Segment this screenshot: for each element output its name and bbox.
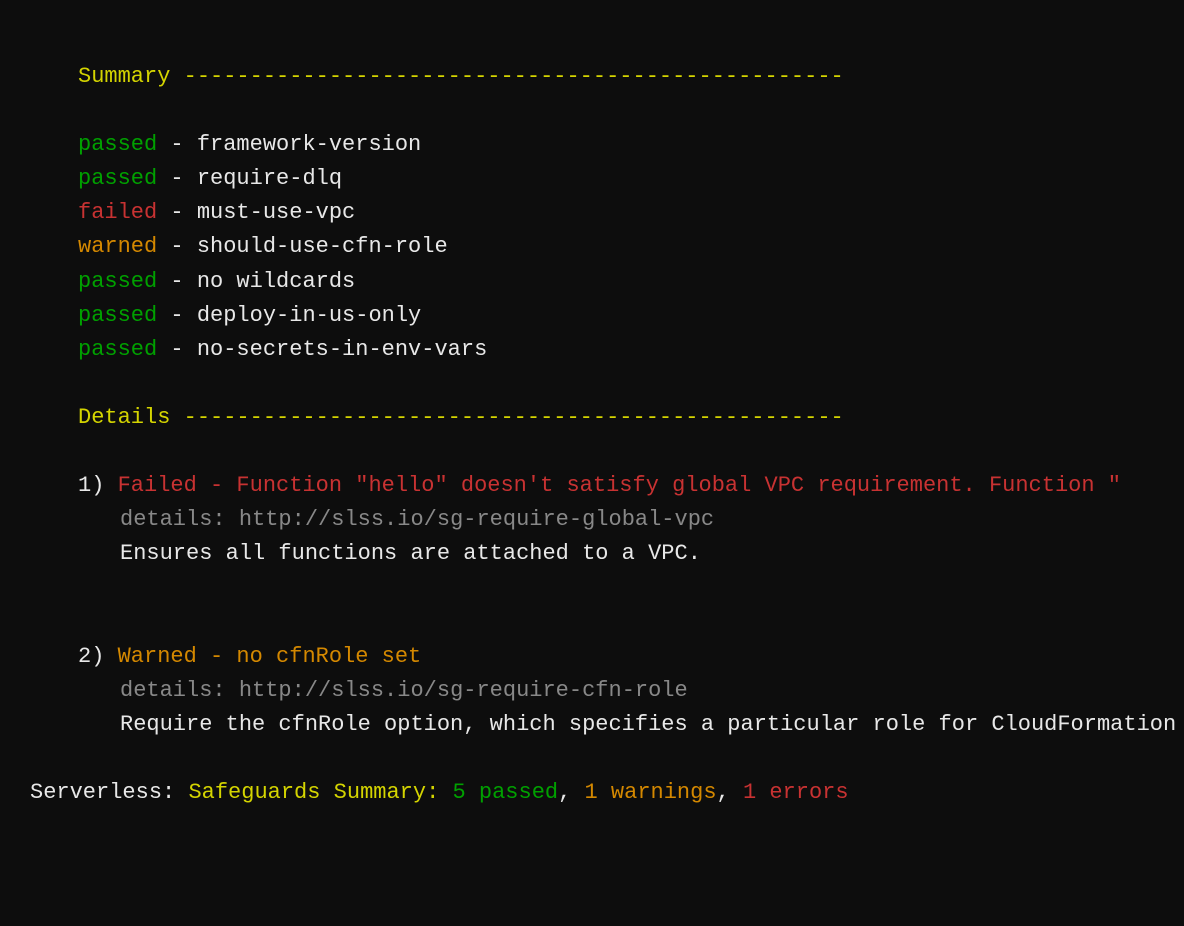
blank-line — [30, 606, 1154, 640]
detail-status: Warned - no cfnRole set — [118, 644, 422, 669]
check-status: passed — [78, 269, 157, 294]
check-name: - should-use-cfn-role — [157, 234, 447, 259]
footer-prefix: Serverless: — [30, 780, 175, 805]
summary-header: Summary --------------------------------… — [30, 60, 1154, 94]
footer-passed-count: 5 passed — [452, 780, 558, 805]
summary-check-row: passed - no wildcards — [30, 265, 1154, 299]
check-name: - must-use-vpc — [157, 200, 355, 225]
footer-sep1: , — [558, 780, 571, 805]
detail-url: http://slss.io/sg-require-cfn-role — [239, 678, 688, 703]
detail-status: Failed - Function "hello" doesn't satisf… — [118, 473, 1121, 498]
blank-line — [30, 94, 1154, 128]
detail-description-text: Require the cfnRole option, which specif… — [120, 712, 1176, 737]
check-name: - no wildcards — [157, 269, 355, 294]
detail-index: 2) — [78, 644, 118, 669]
blank-line — [30, 571, 1154, 605]
check-status: passed — [78, 166, 157, 191]
detail-url-label: details: — [120, 507, 239, 532]
summary-checks: passed - framework-versionpassed - requi… — [30, 128, 1154, 367]
summary-check-row: passed - framework-version — [30, 128, 1154, 162]
summary-check-row: failed - must-use-vpc — [30, 196, 1154, 230]
detail-description-text: Ensures all functions are attached to a … — [120, 541, 701, 566]
summary-check-row: warned - should-use-cfn-role — [30, 230, 1154, 264]
detail-item-header: 2) Warned - no cfnRole set — [30, 640, 1154, 674]
check-status: passed — [78, 303, 157, 328]
detail-item-header: 1) Failed - Function "hello" doesn't sat… — [30, 469, 1154, 503]
detail-item-url-line: details: http://slss.io/sg-require-cfn-r… — [30, 674, 1154, 708]
check-status: passed — [78, 132, 157, 157]
footer-summary-label: Safeguards Summary: — [188, 780, 439, 805]
footer-summary: Serverless: Safeguards Summary: 5 passed… — [30, 776, 1154, 810]
check-name: - require-dlq — [157, 166, 342, 191]
check-status: warned — [78, 234, 157, 259]
detail-url-label: details: — [120, 678, 239, 703]
details-header-text: Details --------------------------------… — [78, 405, 844, 430]
check-name: - deploy-in-us-only — [157, 303, 421, 328]
blank-line — [30, 367, 1154, 401]
detail-item-description: Require the cfnRole option, which specif… — [30, 708, 1154, 742]
footer-warnings-count: 1 warnings — [585, 780, 717, 805]
summary-check-row: passed - require-dlq — [30, 162, 1154, 196]
footer-sep2: , — [717, 780, 730, 805]
details-list: 1) Failed - Function "hello" doesn't sat… — [30, 469, 1154, 742]
detail-index: 1) — [78, 473, 118, 498]
summary-check-row: passed - no-secrets-in-env-vars — [30, 333, 1154, 367]
detail-item-url-line: details: http://slss.io/sg-require-globa… — [30, 503, 1154, 537]
blank-line — [30, 742, 1154, 776]
details-header: Details --------------------------------… — [30, 401, 1154, 435]
check-name: - no-secrets-in-env-vars — [157, 337, 487, 362]
detail-item-description: Ensures all functions are attached to a … — [30, 537, 1154, 571]
terminal-output: Summary --------------------------------… — [30, 60, 1154, 810]
check-status: passed — [78, 337, 157, 362]
detail-url: http://slss.io/sg-require-global-vpc — [239, 507, 714, 532]
check-status: failed — [78, 200, 157, 225]
footer-errors-count: 1 errors — [743, 780, 849, 805]
summary-check-row: passed - deploy-in-us-only — [30, 299, 1154, 333]
check-name: - framework-version — [157, 132, 421, 157]
blank-line — [30, 435, 1154, 469]
summary-header-text: Summary --------------------------------… — [78, 64, 844, 89]
